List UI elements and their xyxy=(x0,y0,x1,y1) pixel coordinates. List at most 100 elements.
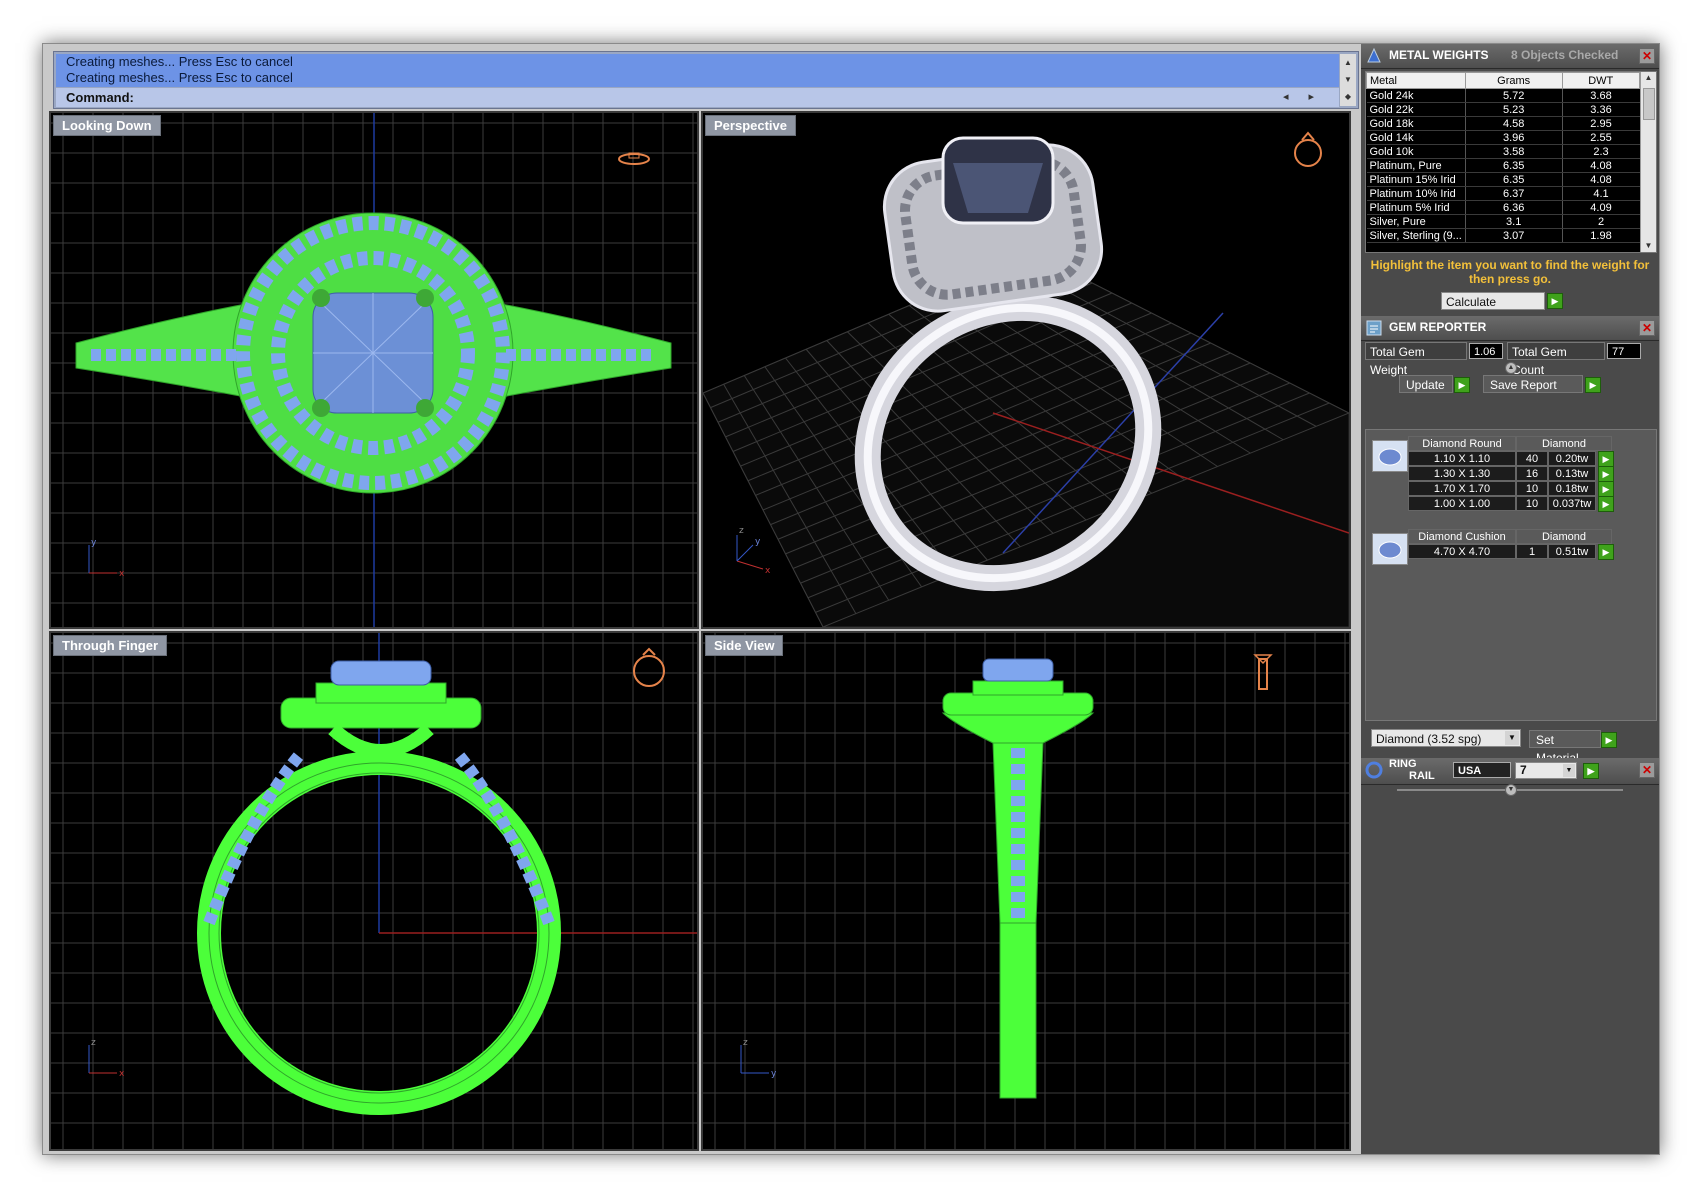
total-gem-weight-value: 1.06 xyxy=(1469,343,1503,359)
scroll-up-icon[interactable]: ▲ xyxy=(1641,72,1656,84)
axis-indicator-icon: y x xyxy=(88,538,125,579)
gem-thumbnail-icon[interactable] xyxy=(1372,533,1408,565)
viewport-through-finger[interactable]: Through Finger z x xyxy=(49,631,699,1151)
slider-handle-icon[interactable]: ▼ xyxy=(1505,784,1517,796)
column-header[interactable]: Grams xyxy=(1464,72,1563,89)
table-row[interactable]: Silver, Pure 3.1 2 xyxy=(1366,214,1640,229)
scroll-spin-icon[interactable]: ◆ xyxy=(1340,88,1356,105)
table-row[interactable]: Platinum, Pure 6.35 4.08 xyxy=(1366,158,1640,173)
close-icon[interactable]: ✕ xyxy=(1639,48,1655,64)
dwt-cell: 4.09 xyxy=(1561,200,1640,215)
perspective-canvas: z y x xyxy=(703,131,1349,627)
gem-size: 1.30 X 1.30 xyxy=(1408,466,1516,481)
viewport-label[interactable]: Looking Down xyxy=(53,115,161,136)
gem-weight: 0.037tw xyxy=(1548,496,1596,511)
shank-left xyxy=(75,302,252,399)
ring-orientation-icon xyxy=(1253,654,1273,690)
collapse-toggle-icon[interactable]: ▲ xyxy=(1505,362,1517,374)
column-header[interactable]: DWT xyxy=(1561,72,1641,89)
side-panel: METAL WEIGHTS 8 Objects Checked ✕ Metal … xyxy=(1361,44,1659,1154)
center-stone xyxy=(982,658,1054,682)
metal-name-cell: Silver, Sterling (9... xyxy=(1366,228,1466,243)
table-row[interactable]: Gold 10k 3.58 2.3 xyxy=(1366,144,1640,159)
gem-material-select[interactable]: Diamond (3.52 spg) ▼ xyxy=(1371,729,1521,747)
table-row[interactable]: Platinum 5% Irid 6.36 4.09 xyxy=(1366,200,1640,215)
gem-list[interactable]: Diamond Round Diamond 1.10 X 1.10 40 0.20tw ▶… xyxy=(1365,429,1657,721)
scroll-down-icon[interactable]: ▼ xyxy=(1340,71,1356,88)
table-row[interactable]: Silver, Sterling (9... 3.07 1.98 xyxy=(1366,228,1640,243)
gem-row-go-button[interactable]: ▶ xyxy=(1598,496,1614,512)
gem-size: 1.10 X 1.10 xyxy=(1408,451,1516,466)
close-icon[interactable]: ✕ xyxy=(1639,762,1655,778)
grams-cell: 6.37 xyxy=(1464,186,1563,201)
chevron-down-icon[interactable]: ▼ xyxy=(1505,731,1519,745)
svg-text:y: y xyxy=(91,538,97,548)
update-go-button[interactable]: ▶ xyxy=(1454,377,1470,393)
gem-size: 1.00 X 1.00 xyxy=(1408,496,1516,511)
grams-cell: 4.58 xyxy=(1464,116,1563,131)
gem-weight: 0.51tw xyxy=(1548,544,1596,559)
table-row[interactable]: Platinum 15% Irid 6.35 4.08 xyxy=(1366,172,1640,187)
metal-table-scrollbar[interactable]: ▲ ▼ xyxy=(1640,72,1656,252)
viewport-label[interactable]: Through Finger xyxy=(53,635,168,656)
total-gem-weight-label: Total Gem Weight xyxy=(1365,342,1467,377)
table-row[interactable]: Platinum 10% Irid 6.37 4.1 xyxy=(1366,186,1640,201)
command-nav-arrows[interactable]: ◂▸ xyxy=(1283,90,1334,103)
grams-cell: 5.72 xyxy=(1464,88,1563,103)
gem-row-go-button[interactable]: ▶ xyxy=(1598,481,1614,497)
save-report-label: Save Report xyxy=(1490,378,1557,392)
ring-rail-title: RING RAIL xyxy=(1389,758,1435,782)
viewport-side-view[interactable]: Side View z y xyxy=(701,631,1351,1151)
table-row[interactable]: Gold 22k 5.23 3.36 xyxy=(1366,102,1640,117)
ring-rail-titlebar: RING RAIL USA 7 ▼ ▶ ✕ xyxy=(1361,758,1659,785)
metal-weights-table[interactable]: Metal Grams DWT Gold 24k 5.72 3.68 Gold 22k… xyxy=(1365,71,1657,253)
svg-text:z: z xyxy=(91,1038,96,1048)
gem-count: 10 xyxy=(1516,481,1548,496)
scroll-up-icon[interactable]: ▲ xyxy=(1340,54,1356,71)
chevron-down-icon[interactable]: ▼ xyxy=(1563,764,1575,777)
gem-row-go-button[interactable]: ▶ xyxy=(1598,451,1614,467)
table-row[interactable]: Gold 24k 5.72 3.68 xyxy=(1366,88,1640,103)
save-report-button[interactable]: Save Report xyxy=(1483,375,1583,393)
ring-rail-title-line: RING xyxy=(1389,758,1417,770)
table-row[interactable]: Gold 14k 3.96 2.55 xyxy=(1366,130,1640,145)
grams-cell: 3.1 xyxy=(1464,214,1563,229)
metal-weights-titlebar: METAL WEIGHTS 8 Objects Checked ✕ xyxy=(1361,44,1659,69)
gem-weight: 0.13tw xyxy=(1548,466,1596,481)
viewport-perspective[interactable]: Perspective z y x xyxy=(701,111,1351,629)
metal-name-cell: Gold 22k xyxy=(1366,102,1466,117)
gem-reporter-title: GEM REPORTER xyxy=(1389,320,1487,334)
gem-row-go-button[interactable]: ▶ xyxy=(1598,466,1614,482)
viewport-looking-down[interactable]: Looking Down y x xyxy=(49,111,699,629)
update-button[interactable]: Update xyxy=(1399,375,1453,393)
calculate-select[interactable]: Calculate xyxy=(1441,292,1545,310)
scroll-down-icon[interactable]: ▼ xyxy=(1641,240,1656,252)
column-header[interactable]: Metal xyxy=(1366,72,1466,89)
command-input[interactable]: Command: xyxy=(56,88,1339,107)
command-scrollbar[interactable]: ▲ ▼ ◆ xyxy=(1340,54,1356,106)
save-report-go-button[interactable]: ▶ xyxy=(1585,377,1601,393)
viewport-label[interactable]: Perspective xyxy=(705,115,796,136)
set-material-button[interactable]: Set Material xyxy=(1529,730,1601,765)
metal-name-cell: Platinum 15% Irid xyxy=(1366,172,1466,187)
gem-row-go-button[interactable]: ▶ xyxy=(1598,544,1614,560)
ring-rail-go-button[interactable]: ▶ xyxy=(1583,763,1599,779)
table-row[interactable]: Gold 18k 4.58 2.95 xyxy=(1366,116,1640,131)
set-material-go-button[interactable]: ▶ xyxy=(1601,732,1617,748)
ring-orientation-icon xyxy=(1294,131,1322,167)
metal-weights-title: METAL WEIGHTS xyxy=(1389,48,1489,62)
calculate-go-button[interactable]: ▶ xyxy=(1547,293,1563,309)
ring-size-standard[interactable]: USA xyxy=(1453,762,1511,778)
gem-count: 16 xyxy=(1516,466,1548,481)
ring-size-select[interactable]: 7 ▼ xyxy=(1515,762,1577,779)
gem-thumbnail-icon[interactable] xyxy=(1372,440,1408,472)
viewport-label[interactable]: Side View xyxy=(705,635,784,656)
gem-count: 40 xyxy=(1516,451,1548,466)
gem-size: 1.70 X 1.70 xyxy=(1408,481,1516,496)
scroll-thumb[interactable] xyxy=(1643,88,1655,120)
dwt-cell: 4.08 xyxy=(1561,172,1640,187)
gem-weight: 0.20tw xyxy=(1548,451,1596,466)
svg-text:z: z xyxy=(743,1038,748,1048)
close-icon[interactable]: ✕ xyxy=(1639,320,1655,336)
command-area: Creating meshes... Press Esc to cancel C… xyxy=(53,51,1359,109)
